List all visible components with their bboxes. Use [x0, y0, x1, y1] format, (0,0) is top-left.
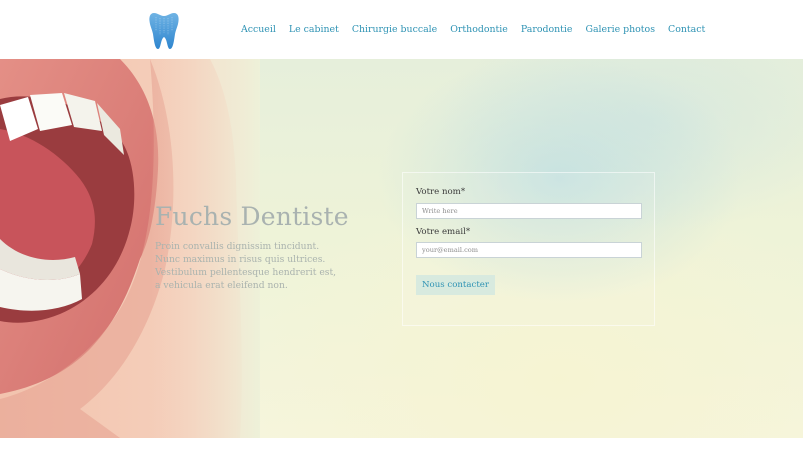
nav-accueil[interactable]: Accueil: [241, 24, 276, 35]
nav-chirurgie-buccale[interactable]: Chirurgie buccale: [352, 24, 437, 35]
hero-description: Proin convallis dignissim tincidunt. Nun…: [155, 241, 337, 291]
hero-section: Fuchs Dentiste Proin convallis dignissim…: [0, 59, 803, 438]
nav-contact[interactable]: Contact: [668, 24, 705, 35]
contact-form: Votre nom* Votre email* Nous contacter: [402, 172, 655, 326]
nav-orthodontie[interactable]: Orthodontie: [450, 24, 508, 35]
nav-galerie-photos[interactable]: Galerie photos: [585, 24, 655, 35]
nav-le-cabinet[interactable]: Le cabinet: [289, 24, 339, 35]
footer-strip: [0, 438, 803, 454]
email-label: Votre email*: [416, 227, 471, 237]
name-label: Votre nom*: [416, 187, 466, 197]
hero-title: Fuchs Dentiste: [155, 202, 349, 231]
nav-parodontie[interactable]: Parodontie: [521, 24, 573, 35]
contact-submit-button[interactable]: Nous contacter: [416, 275, 495, 295]
main-nav: Accueil Le cabinet Chirurgie buccale Ort…: [241, 0, 705, 59]
tooth-icon[interactable]: [148, 11, 180, 51]
email-input[interactable]: [416, 242, 642, 258]
name-input[interactable]: [416, 203, 642, 219]
site-header: Accueil Le cabinet Chirurgie buccale Ort…: [0, 0, 803, 59]
